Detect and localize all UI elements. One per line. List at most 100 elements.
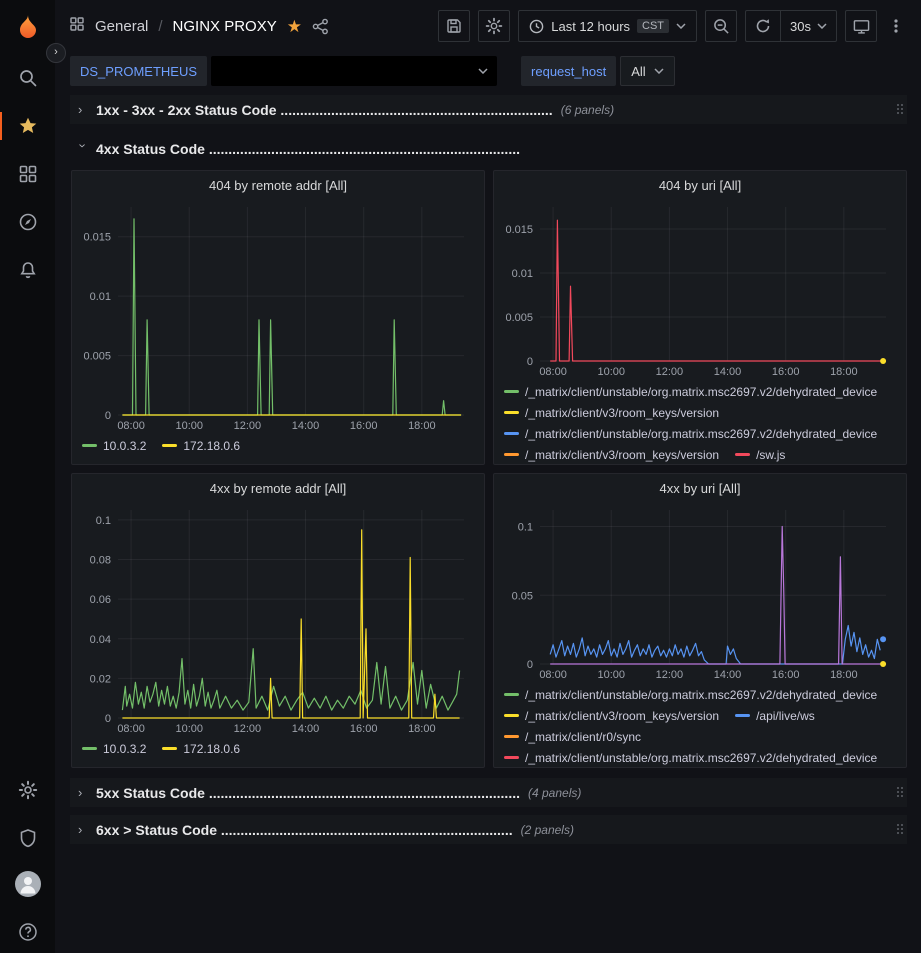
svg-text:14:00: 14:00 [292,723,320,735]
sidebar-expand-chevron[interactable]: › [46,43,66,63]
legend-swatch [162,747,177,750]
avatar[interactable] [0,864,55,904]
alerting-bell-icon[interactable] [0,250,55,290]
svg-text:14:00: 14:00 [292,420,320,432]
request-host-select[interactable]: All [620,56,674,86]
refresh-button[interactable] [746,11,780,41]
legend-item[interactable]: 172.18.0.6 [162,435,240,456]
dashboards-icon[interactable] [0,154,55,194]
legend-label: 10.0.3.2 [103,439,146,453]
share-icon[interactable] [312,18,329,35]
legend-item[interactable]: 10.0.3.2 [82,435,146,456]
grafana-dashboard: › General / NGINX PROXY ★ [0,0,921,953]
tv-mode-button[interactable] [845,10,877,42]
legend-item[interactable]: /_matrix/client/unstable/org.matrix.msc2… [504,423,877,444]
legend-item[interactable]: /_matrix/client/v3/room_keys/version [504,444,719,465]
starred-dashboards-icon[interactable] [0,106,55,146]
panel-4xx-by-remote-addr: 4xx by remote addr [All] 08:0010:0012:00… [71,473,485,768]
chevron-down-icon [817,23,827,29]
refresh-interval-select[interactable]: 30s [780,11,836,41]
legend-item[interactable]: 172.18.0.6 [162,738,240,759]
chevron-down-icon [654,68,664,74]
legend-swatch [504,432,519,435]
settings-gear-icon[interactable] [0,770,55,810]
legend-item[interactable]: 10.0.3.2 [82,738,146,759]
chart-404-by-remote-addr[interactable]: 08:0010:0012:0014:0016:0018:0000.0050.01… [78,201,478,433]
svg-text:16:00: 16:00 [350,420,378,432]
svg-text:0.04: 0.04 [90,634,111,646]
chart-4xx-by-remote-addr[interactable]: 08:0010:0012:0014:0016:0018:0000.020.040… [78,504,478,736]
svg-text:0.1: 0.1 [96,515,111,527]
legend-swatch [735,714,750,717]
zoom-out-button[interactable] [705,10,737,42]
explore-compass-icon[interactable] [0,202,55,242]
help-icon[interactable] [0,912,55,952]
legend-label: /api/live/ws [756,709,815,723]
time-range-label: Last 12 hours [551,19,630,34]
legend-label: 172.18.0.6 [183,742,240,756]
admin-shield-icon[interactable] [0,818,55,858]
legend-item[interactable]: /_matrix/client/unstable/org.matrix.msc2… [504,684,877,705]
breadcrumb-folder[interactable]: General [95,18,148,35]
search-icon[interactable] [0,58,55,98]
row-header-1xx-3xx-2xx[interactable]: › 1xx - 3xx - 2xx Status Code ..........… [70,95,907,124]
clock-icon [529,19,544,34]
svg-text:0.08: 0.08 [90,555,111,567]
panel-title[interactable]: 4xx by uri [All] [494,474,906,504]
legend-item[interactable]: /_matrix/client/unstable/org.matrix.msc2… [504,747,877,768]
row-header-4xx[interactable]: › 4xx Status Code ......................… [70,134,907,163]
legend-item[interactable]: /api/live/ws [735,705,815,726]
legend-item[interactable]: /_matrix/client/v3/room_keys/version [504,705,719,726]
legend-swatch [504,411,519,414]
svg-text:18:00: 18:00 [830,669,858,681]
legend-swatch [82,747,97,750]
svg-text:0: 0 [527,356,533,368]
legend-swatch [504,714,519,717]
legend-label: /_matrix/client/v3/room_keys/version [525,406,719,420]
svg-text:0: 0 [105,410,111,422]
svg-text:16:00: 16:00 [772,366,800,378]
panel-title[interactable]: 404 by remote addr [All] [72,171,484,201]
row-header-5xx[interactable]: › 5xx Status Code ......................… [70,778,907,807]
row-title: 4xx Status Code ........................… [96,141,520,157]
svg-text:08:00: 08:00 [539,366,567,378]
row-drag-handle[interactable] [897,824,899,826]
panel-title[interactable]: 404 by uri [All] [494,171,906,201]
svg-text:0.015: 0.015 [83,232,111,244]
kebab-menu-icon[interactable] [885,10,907,42]
panel-4xx-by-uri: 4xx by uri [All] 08:0010:0012:0014:0016:… [493,473,907,768]
time-range-picker[interactable]: Last 12 hours CST [518,10,697,42]
chart-4xx-by-uri[interactable]: 08:0010:0012:0014:0016:0018:0000.050.1 [500,504,900,682]
favorite-star-icon[interactable]: ★ [287,18,302,35]
chart-404-by-uri[interactable]: 08:0010:0012:0014:0016:0018:0000.0050.01… [500,201,900,379]
svg-text:16:00: 16:00 [350,723,378,735]
row-title: 5xx Status Code ........................… [96,785,520,801]
datasource-value-select[interactable] [211,56,497,86]
legend-swatch [162,444,177,447]
svg-text:0.015: 0.015 [505,224,533,236]
datasource-label[interactable]: DS_PROMETHEUS [70,56,207,86]
panel-title[interactable]: 4xx by remote addr [All] [72,474,484,504]
legend-item[interactable]: /_matrix/client/v3/room_keys/version [504,402,719,423]
grafana-logo[interactable] [0,8,55,48]
row-drag-handle[interactable] [897,787,899,789]
variables-bar: DS_PROMETHEUS request_host All [55,52,921,90]
legend-item[interactable]: /sw.js [735,444,785,465]
row-drag-handle[interactable] [897,104,899,106]
svg-text:12:00: 12:00 [656,366,684,378]
legend-item[interactable]: /_matrix/client/unstable/org.matrix.msc2… [504,381,877,402]
row-title: 1xx - 3xx - 2xx Status Code ............… [96,102,553,118]
legend-swatch [504,390,519,393]
svg-text:0: 0 [105,713,111,725]
request-host-label[interactable]: request_host [521,56,616,86]
row-header-6xx[interactable]: › 6xx > Status Code ....................… [70,815,907,844]
legend-label: 10.0.3.2 [103,742,146,756]
svg-text:08:00: 08:00 [117,420,145,432]
dashboard-settings-button[interactable] [478,10,510,42]
dashboards-grid-icon [69,16,85,36]
save-button[interactable] [438,10,470,42]
legend-item[interactable]: /_matrix/client/r0/sync [504,726,641,747]
svg-text:16:00: 16:00 [772,669,800,681]
chevron-right-icon: › [78,102,88,117]
chevron-down-icon: › [76,144,91,154]
